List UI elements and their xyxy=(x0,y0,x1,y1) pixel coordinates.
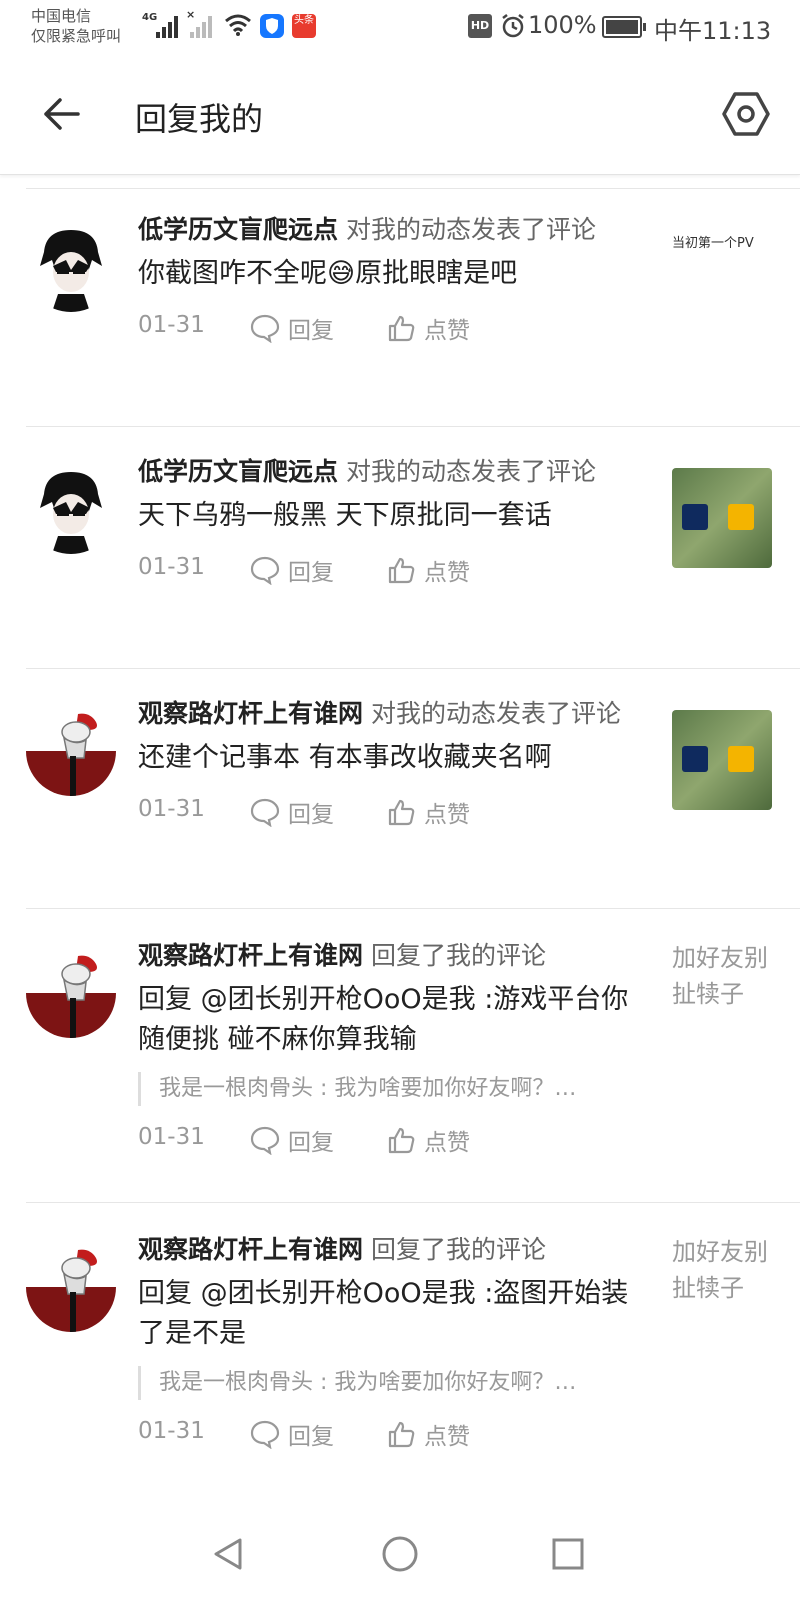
comment-bubble-icon xyxy=(250,1126,280,1155)
like-button[interactable]: 点赞 xyxy=(386,792,470,832)
reply-button[interactable]: 回复 xyxy=(250,792,334,832)
date: 01-31 xyxy=(138,1418,205,1444)
reply-button[interactable]: 回复 xyxy=(250,308,334,348)
back-arrow-icon[interactable] xyxy=(40,92,84,136)
action-row: 01-31 回复 点赞 xyxy=(138,308,638,348)
action-row: 01-31 回复 点赞 xyxy=(138,550,638,590)
alarm-icon xyxy=(502,14,524,38)
notification-content: 观察路灯杆上有谁网 回复了我的评论 回复 @团长别开枪OoO是我 :游戏平台你随… xyxy=(138,936,638,1160)
comment-bubble-icon xyxy=(250,314,280,343)
settings-hexagon-icon[interactable] xyxy=(720,88,772,140)
action-text: 对我的动态发表了评论 xyxy=(345,215,596,244)
post-thumbnail[interactable] xyxy=(672,468,772,568)
notification-content: 低学历文盲爬远点 对我的动态发表了评论 天下乌鸦一般黑 天下原批同一套话 01-… xyxy=(138,452,638,590)
like-button[interactable]: 点赞 xyxy=(386,308,470,348)
nav-back-icon[interactable] xyxy=(208,1534,248,1574)
date: 01-31 xyxy=(138,312,205,338)
toutiao-app-icon: 头条 xyxy=(292,14,316,38)
reply-button[interactable]: 回复 xyxy=(250,1414,334,1454)
thumbs-up-icon xyxy=(388,315,415,342)
divider xyxy=(26,188,800,189)
notification-content: 观察路灯杆上有谁网 回复了我的评论 回复 @团长别开枪OoO是我 :盗图开始装了… xyxy=(138,1230,638,1454)
page-title: 回复我的 xyxy=(135,100,264,138)
original-comment-preview[interactable]: 加好友别扯犊子 xyxy=(672,1234,782,1306)
divider xyxy=(26,668,800,669)
app-icon xyxy=(682,504,708,530)
divider xyxy=(26,1202,800,1203)
username[interactable]: 低学历文盲爬远点 xyxy=(138,457,338,486)
signal-icon xyxy=(156,16,184,38)
post-thumbnail[interactable] xyxy=(672,710,772,810)
username[interactable]: 观察路灯杆上有谁网 xyxy=(138,699,363,728)
action-text: 对我的动态发表了评论 xyxy=(370,699,621,728)
avatar[interactable] xyxy=(26,222,116,312)
original-comment-preview[interactable]: 加好友别扯犊子 xyxy=(672,940,782,1012)
thumbs-up-icon xyxy=(388,799,415,826)
system-nav-bar xyxy=(0,1510,800,1600)
action-row: 01-31 回复 点赞 xyxy=(138,792,638,832)
rockstar-icon xyxy=(728,746,754,772)
reply-button[interactable]: 回复 xyxy=(250,550,334,590)
thumbs-up-icon xyxy=(388,1421,415,1448)
rockstar-icon xyxy=(728,504,754,530)
comment-text: 回复 @团长别开枪OoO是我 :盗图开始装了是不是 xyxy=(138,1278,629,1349)
notification-content: 观察路灯杆上有谁网 对我的动态发表了评论 还建个记事本 有本事改收藏夹名啊 01… xyxy=(138,694,638,832)
action-row: 01-31 回复 点赞 xyxy=(138,1120,638,1160)
thumbs-up-icon xyxy=(388,557,415,584)
battery-icon xyxy=(602,16,646,38)
comment-bubble-icon xyxy=(250,1420,280,1449)
comment-text: 你截图咋不全呢😅原批眼瞎是吧 xyxy=(138,258,518,289)
post-thumbnail[interactable]: 当初第一个PV xyxy=(672,228,772,308)
like-button[interactable]: 点赞 xyxy=(386,550,470,590)
quoted-comment[interactable]: 我是一根肉骨头 : 我为啥要加你好友啊？… xyxy=(138,1366,629,1400)
action-text: 对我的动态发表了评论 xyxy=(345,457,596,486)
username[interactable]: 观察路灯杆上有谁网 xyxy=(138,1235,363,1264)
wifi-icon xyxy=(225,14,251,36)
app-icon xyxy=(682,746,708,772)
comment-bubble-icon xyxy=(250,798,280,827)
action-row: 01-31 回复 点赞 xyxy=(138,1414,638,1454)
quoted-comment[interactable]: 我是一根肉骨头 : 我为啥要加你好友啊？… xyxy=(138,1072,629,1106)
avatar[interactable] xyxy=(26,464,116,554)
battery-percentage: 100% xyxy=(528,11,597,39)
hd-icon: HD xyxy=(468,14,492,38)
network-type: 4G xyxy=(142,12,158,23)
avatar[interactable] xyxy=(26,706,116,796)
nav-recent-apps-icon[interactable] xyxy=(548,1534,588,1574)
signal-icon-secondary xyxy=(190,16,218,38)
date: 01-31 xyxy=(138,796,205,822)
comment-text: 回复 @团长别开枪OoO是我 :游戏平台你随便挑 碰不麻你算我输 xyxy=(138,984,629,1055)
security-app-icon xyxy=(260,14,284,38)
date: 01-31 xyxy=(138,554,205,580)
status-bar: 中国电信 仅限紧急呼叫 4G × 头条 HD 100% 中午11:13 xyxy=(0,0,800,56)
page-header: 回复我的 xyxy=(0,56,800,175)
username[interactable]: 观察路灯杆上有谁网 xyxy=(138,941,363,970)
carrier-info: 中国电信 仅限紧急呼叫 xyxy=(31,7,122,45)
clock: 中午11:13 xyxy=(654,17,772,45)
like-button[interactable]: 点赞 xyxy=(386,1414,470,1454)
comment-text: 天下乌鸦一般黑 天下原批同一套话 xyxy=(138,500,552,531)
date: 01-31 xyxy=(138,1124,205,1150)
divider xyxy=(26,908,800,909)
avatar[interactable] xyxy=(26,1242,116,1332)
action-text: 回复了我的评论 xyxy=(370,1235,546,1264)
thumbs-up-icon xyxy=(388,1127,415,1154)
like-button[interactable]: 点赞 xyxy=(386,1120,470,1160)
divider xyxy=(26,426,800,427)
avatar[interactable] xyxy=(26,948,116,1038)
username[interactable]: 低学历文盲爬远点 xyxy=(138,215,338,244)
comment-text: 还建个记事本 有本事改收藏夹名啊 xyxy=(138,742,552,773)
nav-home-icon[interactable] xyxy=(380,1534,420,1574)
reply-button[interactable]: 回复 xyxy=(250,1120,334,1160)
comment-bubble-icon xyxy=(250,556,280,585)
action-text: 回复了我的评论 xyxy=(370,941,546,970)
notification-content: 低学历文盲爬远点 对我的动态发表了评论 你截图咋不全呢😅原批眼瞎是吧 01-31… xyxy=(138,210,638,348)
